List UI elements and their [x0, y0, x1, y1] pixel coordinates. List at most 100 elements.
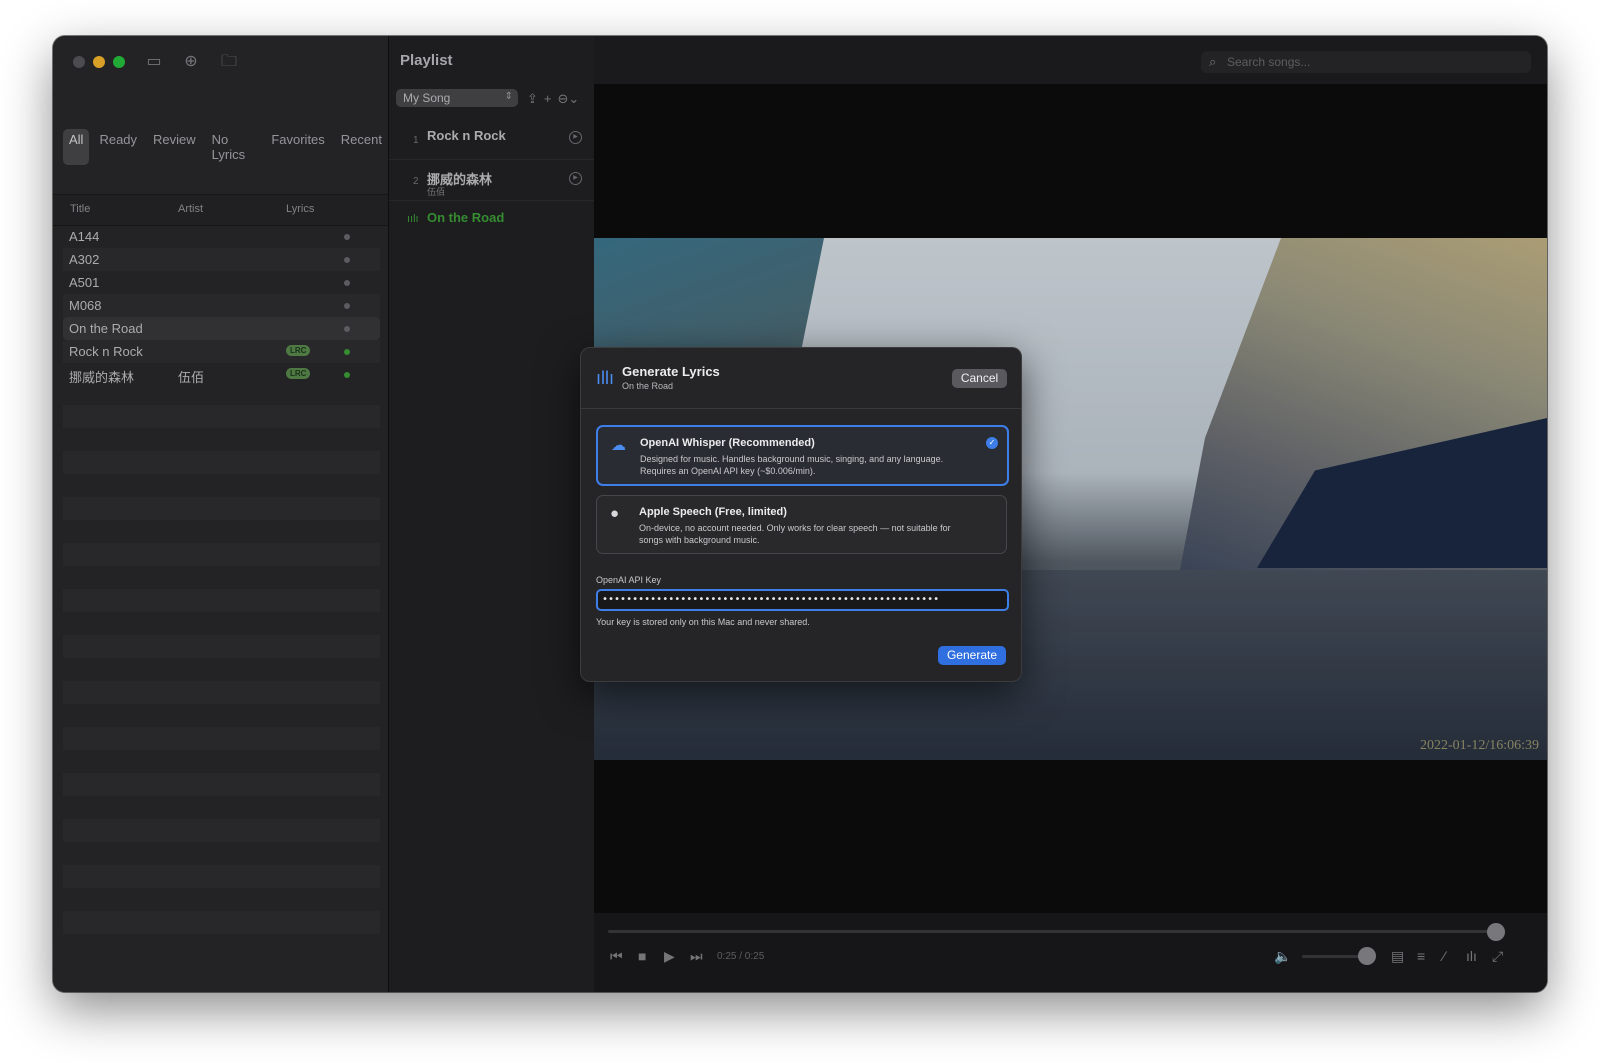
playlist-item-artist: 伍佰 — [427, 187, 446, 197]
search-input[interactable]: ⌕ Search songs... — [1201, 51, 1531, 73]
option-description: Designed for music. Handles background m… — [640, 454, 944, 476]
playlist-pane: Playlist My Song ⇕ ⇪ + ⊖⌄ 1 Rock n Rock … — [389, 36, 594, 992]
cloud-icon: ☁ — [611, 437, 626, 454]
chevron-updown-icon: ⇕ — [504, 91, 513, 102]
song-title: A144 — [69, 229, 100, 244]
playlist-item[interactable]: 2 挪威的森林 伍佰 ▶ — [389, 160, 594, 201]
subtitles-icon[interactable]: ▤ — [1391, 948, 1404, 965]
filter-ready[interactable]: Ready — [93, 129, 143, 165]
lrc-badge: LRC — [286, 345, 311, 356]
column-artist[interactable]: Artist — [178, 203, 203, 215]
status-dot — [344, 280, 350, 286]
toolbar: ⌕ Search songs... — [594, 36, 1547, 84]
api-key-label: OpenAI API Key — [596, 575, 662, 585]
table-row[interactable]: M068 — [63, 294, 380, 317]
waveform-icon: ıılı — [407, 213, 419, 225]
column-lyrics[interactable]: Lyrics — [286, 203, 314, 215]
volume-knob[interactable] — [1358, 947, 1376, 965]
edit-icon[interactable]: ∕ — [1443, 948, 1445, 964]
playlist-item-number: 2 — [413, 176, 419, 187]
status-dot — [344, 372, 350, 378]
table-row[interactable]: A302 — [63, 248, 380, 271]
waveform-icon: ıllı — [596, 368, 614, 388]
playlist-tools: ⇪ + ⊖⌄ — [527, 91, 579, 107]
more-icon[interactable]: ⊖⌄ — [558, 91, 580, 107]
window-controls — [73, 56, 125, 68]
next-icon[interactable]: ⏭ — [690, 948, 703, 965]
play-icon[interactable]: ▶ — [569, 131, 582, 144]
filter-recent[interactable]: Recent — [335, 129, 388, 165]
song-title: On the Road — [69, 321, 143, 336]
table-row[interactable]: Rock n Rock LRC — [63, 340, 380, 363]
dialog-subtitle: On the Road — [622, 381, 674, 391]
playlist-select-value: My Song — [403, 91, 451, 105]
filter-no-lyrics[interactable]: No Lyrics — [206, 129, 262, 165]
add-icon[interactable]: + — [544, 91, 552, 107]
option-description: On-device, no account needed. Only works… — [639, 523, 951, 545]
filter-all[interactable]: All — [63, 129, 90, 165]
empty-rows — [63, 382, 380, 934]
export-icon[interactable]: ⇪ — [527, 91, 538, 107]
option-apple-speech[interactable]: ● Apple Speech (Free, limited) On-device… — [596, 495, 1007, 554]
volume-slider[interactable] — [1302, 955, 1366, 958]
filter-bar: All Ready Review No Lyrics Favorites Rec… — [63, 129, 388, 165]
folder-icon[interactable]: 🗀 — [219, 52, 239, 72]
previous-icon[interactable]: ⏮ — [610, 948, 623, 965]
settings-icon[interactable]: ≡ — [1417, 948, 1425, 964]
song-title: A501 — [69, 275, 100, 290]
generate-button[interactable]: Generate — [938, 646, 1006, 665]
time-readout: 0:25 / 0:25 — [717, 951, 765, 962]
add-icon[interactable]: ⊕ — [181, 52, 201, 72]
api-key-hint: Your key is stored only on this Mac and … — [596, 617, 810, 627]
cancel-button[interactable]: Cancel — [952, 369, 1007, 388]
minimize-window-button[interactable] — [93, 56, 105, 68]
song-table: A144 A302 A501 M068 On the Road Rock n R… — [63, 225, 380, 386]
status-dot — [344, 257, 350, 263]
fullscreen-icon[interactable]: ⤢ — [1492, 948, 1503, 965]
status-dot — [344, 326, 350, 332]
option-openai-whisper[interactable]: ☁ OpenAI Whisper (Recommended) Designed … — [596, 425, 1009, 486]
table-row[interactable]: A501 — [63, 271, 380, 294]
table-row[interactable]: A144 — [63, 225, 380, 248]
play-icon[interactable]: ▶ — [569, 172, 582, 185]
table-header: Title Artist Lyrics — [53, 194, 388, 226]
seek-knob[interactable] — [1487, 923, 1505, 941]
stop-icon[interactable]: ■ — [638, 948, 646, 964]
table-row-selected[interactable]: On the Road — [63, 317, 380, 340]
playlist-item-playing[interactable]: ıılı On the Road — [389, 201, 594, 241]
status-dot — [344, 234, 350, 240]
song-title: A302 — [69, 252, 100, 267]
search-icon: ⌕ — [1209, 54, 1217, 69]
filter-review[interactable]: Review — [147, 129, 202, 165]
library-sidebar: ▭ ⊕ 🗀 All Ready Review No Lyrics Favorit… — [53, 36, 389, 992]
playlist-title: Playlist — [400, 52, 453, 69]
video-timestamp: 2022-01-12/16:06:39 — [1420, 738, 1539, 753]
song-title: M068 — [69, 298, 102, 313]
option-title: OpenAI Whisper (Recommended) — [640, 437, 815, 449]
column-title[interactable]: Title — [70, 203, 90, 215]
playlist-item[interactable]: 1 Rock n Rock ▶ — [389, 119, 594, 160]
player-controls: ⏮ ■ ▶ ⏭ 0:25 / 0:25 🔈 ▤ ≡ ∕ ılı ⤢ — [594, 913, 1547, 992]
song-title: Rock n Rock — [69, 344, 143, 359]
search-placeholder: Search songs... — [1227, 55, 1311, 69]
close-window-button[interactable] — [73, 56, 85, 68]
zoom-window-button[interactable] — [113, 56, 125, 68]
sidebar-toggle-icon[interactable]: ▭ — [144, 52, 164, 72]
playlist-select[interactable]: My Song ⇕ — [396, 89, 518, 107]
play-icon[interactable]: ▶ — [664, 948, 675, 965]
waveform-icon[interactable]: ılı — [1466, 948, 1477, 964]
volume-icon[interactable]: 🔈 — [1274, 948, 1291, 965]
playlist-item-name: On the Road — [427, 210, 505, 225]
seek-bar[interactable] — [608, 930, 1497, 933]
playlist-item-number: 1 — [413, 135, 419, 146]
status-dot — [344, 349, 350, 355]
dialog-header: ıllı Generate Lyrics On the Road Cancel — [581, 348, 1021, 409]
lrc-badge: LRC — [286, 368, 311, 379]
status-dot — [344, 303, 350, 309]
checkmark-icon: ✓ — [986, 437, 998, 449]
api-key-field[interactable]: ••••••••••••••••••••••••••••••••••••••••… — [596, 589, 1009, 611]
option-title: Apple Speech (Free, limited) — [639, 506, 787, 518]
dialog-title: Generate Lyrics — [622, 364, 720, 379]
apple-icon: ● — [610, 505, 620, 522]
filter-favorites[interactable]: Favorites — [265, 129, 330, 165]
